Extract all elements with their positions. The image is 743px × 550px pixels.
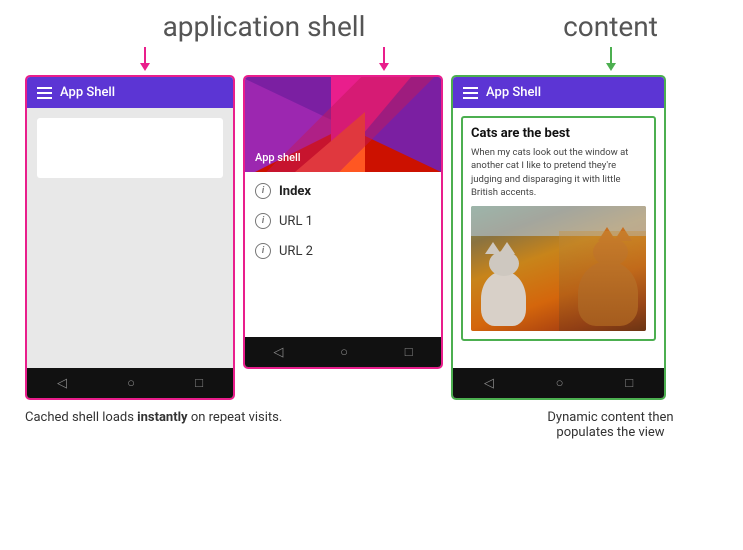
phone2-navbar: ◁ ○ □ [245, 337, 441, 367]
back-icon-2: ◁ [273, 345, 283, 360]
phone3-body: Cats are the best When my cats look out … [453, 108, 664, 368]
phone1-body [27, 108, 233, 368]
content-text: When my cats look out the window at anot… [471, 146, 646, 199]
caption-left-part1: Cached shell loads [25, 410, 137, 425]
caption-left-bold: instantly [137, 410, 187, 425]
hamburger-icon [37, 87, 52, 99]
arrow-right [606, 47, 616, 71]
caption-right-line1: Dynamic content then [503, 410, 718, 425]
list-item-url1: i URL 1 [245, 206, 441, 236]
content-title: Cats are the best [471, 126, 646, 141]
info-icon-2: i [255, 213, 271, 229]
hamburger-icon-3 [463, 87, 478, 99]
phone-1: App Shell ◁ ○ □ [25, 75, 235, 400]
caption-right-line2: populates the view [503, 425, 718, 440]
app-shell-overlay-label: App shell [255, 151, 301, 164]
bottom-captions: Cached shell loads instantly on repeat v… [20, 400, 723, 440]
caption-right: Dynamic content then populates the view [503, 410, 718, 440]
back-icon: ◁ [57, 376, 67, 391]
phone3-title: App Shell [486, 85, 541, 100]
phone3-appbar: App Shell [453, 77, 664, 108]
phone-2: App shell i Index i URL 1 i URL 2 ◁ [243, 75, 443, 369]
phones-row: App Shell ◁ ○ □ [20, 75, 723, 400]
content-box: Cats are the best When my cats look out … [461, 116, 656, 341]
white-placeholder-box [37, 118, 223, 178]
info-icon-1: i [255, 183, 271, 199]
caption-left-part2: on repeat visits. [188, 410, 283, 425]
home-icon: ○ [127, 375, 135, 391]
phone2-menu: i Index i URL 1 i URL 2 [245, 172, 441, 337]
home-icon-3: ○ [556, 375, 564, 391]
application-shell-label: application shell [25, 10, 503, 43]
cat-image [471, 206, 646, 331]
content-label: content [503, 10, 718, 43]
phone1-navbar: ◁ ○ □ [27, 368, 233, 398]
menu-index-label[interactable]: Index [279, 184, 311, 199]
phone2-header: App shell [245, 77, 441, 172]
info-icon-3: i [255, 243, 271, 259]
arrow-middle [379, 47, 389, 71]
menu-url2-label[interactable]: URL 2 [279, 244, 313, 259]
back-icon-3: ◁ [484, 376, 494, 391]
recent-icon-2: □ [405, 344, 413, 360]
recent-icon-3: □ [625, 375, 633, 391]
menu-url1-label[interactable]: URL 1 [279, 214, 313, 229]
list-item-url2: i URL 2 [245, 236, 441, 266]
caption-left: Cached shell loads instantly on repeat v… [25, 410, 282, 425]
phone1-appbar: App Shell [27, 77, 233, 108]
phone-3: App Shell Cats are the best When my cats… [451, 75, 666, 400]
phone1-title: App Shell [60, 85, 115, 100]
list-item-index: i Index [245, 176, 441, 206]
phone3-navbar: ◁ ○ □ [453, 368, 664, 398]
recent-icon: □ [195, 375, 203, 391]
home-icon-2: ○ [340, 344, 348, 360]
arrow-left [140, 47, 150, 71]
